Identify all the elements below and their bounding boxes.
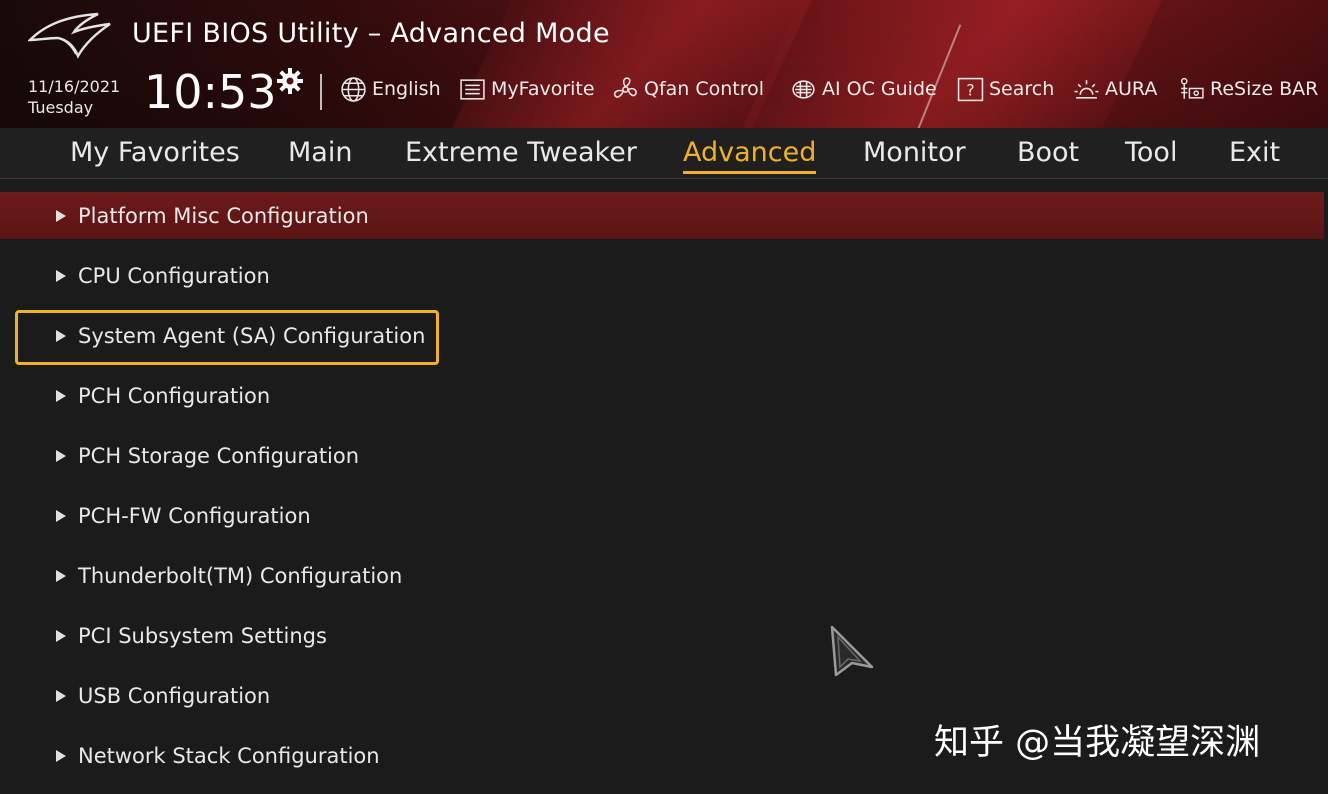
list-item-pch-storage[interactable]: PCH Storage Configuration bbox=[0, 432, 1324, 479]
tab-boot[interactable]: Boot bbox=[1017, 136, 1079, 170]
language-button[interactable]: English bbox=[340, 74, 441, 104]
list-item-label: CPU Configuration bbox=[78, 263, 270, 288]
tab-exit[interactable]: Exit bbox=[1229, 136, 1280, 170]
chevron-right-icon bbox=[56, 389, 66, 402]
chevron-right-icon bbox=[56, 569, 66, 582]
list-item-platform-misc[interactable]: Platform Misc Configuration bbox=[0, 192, 1324, 239]
list-item-label: Thunderbolt(TM) Configuration bbox=[78, 563, 403, 588]
gear-icon[interactable] bbox=[276, 67, 304, 95]
list-item-label: PCH Storage Configuration bbox=[78, 443, 360, 468]
aura-light-icon bbox=[1074, 79, 1099, 99]
chevron-right-icon bbox=[56, 509, 66, 522]
chevron-right-icon bbox=[56, 449, 66, 462]
question-box-icon: ? bbox=[957, 77, 984, 101]
chevron-right-icon bbox=[56, 329, 66, 342]
resize-bar-button[interactable]: ReSize BAR bbox=[1178, 74, 1318, 104]
tab-extreme-tweaker[interactable]: Extreme Tweaker bbox=[405, 136, 637, 170]
chevron-right-icon bbox=[56, 629, 66, 642]
qfan-control-button[interactable]: Qfan Control bbox=[612, 74, 764, 104]
chevron-right-icon bbox=[56, 689, 66, 702]
list-item-usb[interactable]: USB Configuration bbox=[0, 672, 1324, 719]
list-item-label: System Agent (SA) Configuration bbox=[78, 323, 426, 348]
globe-icon bbox=[341, 76, 366, 102]
header-bar: UEFI BIOS Utility – Advanced Mode 11/16/… bbox=[0, 0, 1328, 128]
tab-advanced[interactable]: Advanced bbox=[683, 136, 817, 174]
list-item-label: Platform Misc Configuration bbox=[78, 203, 369, 228]
advanced-settings-list: Platform Misc Configuration CPU Configur… bbox=[0, 179, 1328, 794]
list-item-label: USB Configuration bbox=[78, 683, 271, 708]
ai-oc-guide-label: AI OC Guide bbox=[822, 78, 937, 100]
date-display: 11/16/2021 Tuesday bbox=[28, 76, 120, 118]
chevron-right-icon bbox=[56, 269, 66, 282]
tab-monitor[interactable]: Monitor bbox=[863, 136, 966, 170]
chevron-right-icon bbox=[56, 749, 66, 762]
list-item-label: Network Stack Configuration bbox=[78, 743, 380, 768]
ai-chip-icon bbox=[792, 79, 815, 99]
mouse-cursor-icon bbox=[830, 625, 874, 677]
aura-label: AURA bbox=[1105, 78, 1158, 100]
search-label: Search bbox=[989, 78, 1055, 100]
clock-display: 10:53 bbox=[144, 65, 277, 119]
fan-icon bbox=[613, 76, 637, 98]
tab-main[interactable]: Main bbox=[288, 136, 352, 170]
list-item-label: PCH Configuration bbox=[78, 383, 271, 408]
main-menu-bar: My Favorites Main Extreme Tweaker Advanc… bbox=[0, 128, 1328, 179]
language-label: English bbox=[372, 78, 441, 100]
list-item-pch[interactable]: PCH Configuration bbox=[0, 372, 1324, 419]
aura-button[interactable]: AURA bbox=[1073, 74, 1157, 104]
list-item-pci-subsystem[interactable]: PCI Subsystem Settings bbox=[0, 612, 1324, 659]
watermark-text: 知乎 @当我凝望深渊 bbox=[934, 723, 1261, 763]
header-divider bbox=[320, 74, 322, 110]
svg-text:?: ? bbox=[966, 81, 974, 99]
chevron-right-icon bbox=[56, 209, 66, 222]
app-title: UEFI BIOS Utility – Advanced Mode bbox=[132, 18, 610, 49]
search-button[interactable]: ? Search bbox=[957, 74, 1054, 104]
list-item-system-agent[interactable]: System Agent (SA) Configuration bbox=[0, 312, 1324, 359]
list-item-label: PCI Subsystem Settings bbox=[78, 623, 327, 648]
list-item-label: PCH-FW Configuration bbox=[78, 503, 311, 528]
qfan-control-label: Qfan Control bbox=[644, 78, 765, 100]
list-item-pch-fw[interactable]: PCH-FW Configuration bbox=[0, 492, 1324, 539]
date-text: 11/16/2021 bbox=[28, 77, 121, 96]
ai-oc-guide-button[interactable]: AI OC Guide bbox=[790, 74, 937, 104]
resize-bar-label: ReSize BAR bbox=[1210, 78, 1319, 100]
tab-my-favorites[interactable]: My Favorites bbox=[70, 136, 240, 170]
rog-logo-icon bbox=[28, 12, 111, 59]
list-item-thunderbolt[interactable]: Thunderbolt(TM) Configuration bbox=[0, 552, 1324, 599]
day-text: Tuesday bbox=[28, 98, 94, 117]
favorite-list-icon bbox=[460, 78, 485, 100]
tab-tool[interactable]: Tool bbox=[1125, 136, 1177, 170]
resize-bar-icon bbox=[1180, 77, 1204, 99]
myfavorite-button[interactable]: MyFavorite bbox=[459, 74, 595, 104]
list-item-cpu[interactable]: CPU Configuration bbox=[0, 252, 1324, 299]
myfavorite-label: MyFavorite bbox=[491, 78, 595, 100]
